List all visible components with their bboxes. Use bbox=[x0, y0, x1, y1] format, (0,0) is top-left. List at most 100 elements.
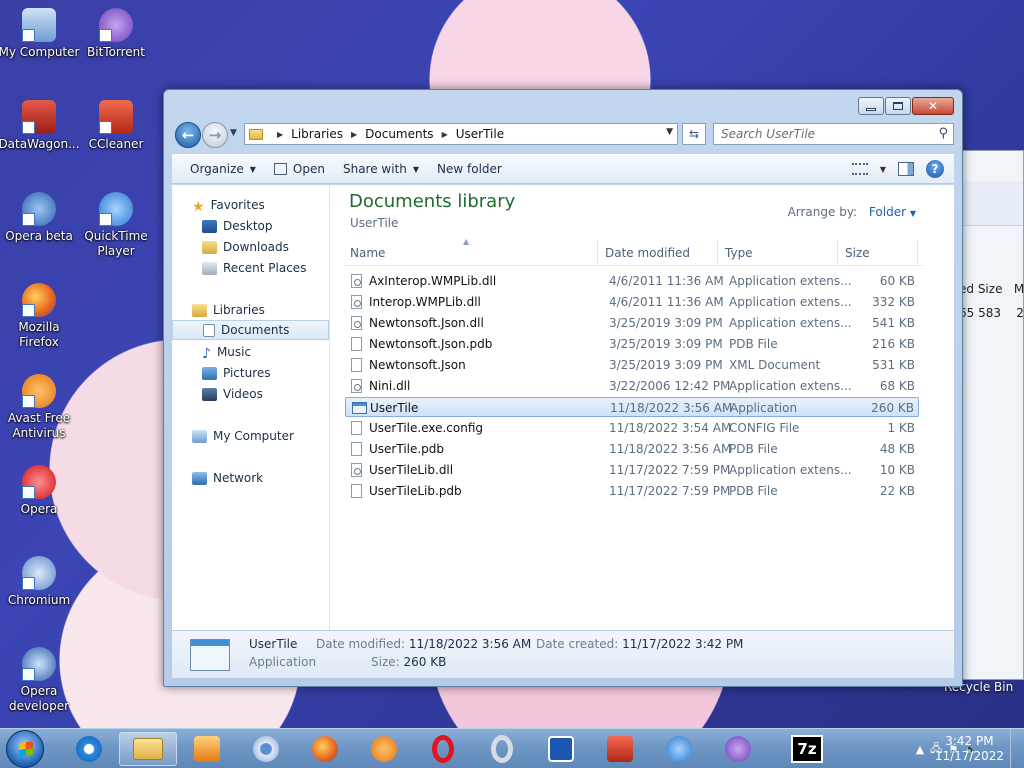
breadcrumb-libraries[interactable]: Libraries bbox=[291, 127, 343, 141]
breadcrumb-chevron-icon[interactable]: ▶ bbox=[351, 130, 357, 139]
nav-libraries[interactable]: Libraries bbox=[192, 300, 265, 320]
show-desktop-button[interactable] bbox=[1010, 729, 1024, 768]
taskbar-windows-explorer[interactable] bbox=[119, 732, 177, 766]
taskbar-avast[interactable] bbox=[355, 732, 413, 766]
desktop-icon-my-computer[interactable]: My Computer bbox=[0, 8, 80, 60]
dll-file-icon bbox=[351, 274, 362, 288]
desktop-icon-ccleaner[interactable]: CCleaner bbox=[75, 100, 157, 152]
arrange-by: Arrange by: Folder ▼ bbox=[788, 205, 916, 219]
taskbar-internet-explorer[interactable] bbox=[60, 732, 118, 766]
arrange-by-dropdown[interactable]: Folder ▼ bbox=[869, 205, 916, 219]
file-row[interactable]: UserTileLib.dll 11/17/2022 7:59 PM Appli… bbox=[345, 460, 919, 480]
column-date-modified[interactable]: Date modified bbox=[605, 246, 690, 260]
share-with-menu[interactable]: Share with ▼ bbox=[343, 162, 419, 176]
minimize-button[interactable] bbox=[858, 97, 884, 115]
file-name: UserTile.pdb bbox=[369, 442, 445, 456]
forward-button[interactable]: → bbox=[202, 122, 228, 148]
desktop-icon-opera-beta[interactable]: Opera beta bbox=[0, 192, 80, 244]
file-row[interactable]: Newtonsoft.Json.dll 3/25/2019 3:09 PM Ap… bbox=[345, 313, 919, 333]
file-date: 3/25/2019 3:09 PM bbox=[609, 316, 723, 330]
explorer-window[interactable]: ✕ ← → ▼ ▶ Libraries ▶ Documents ▶ UserTi… bbox=[163, 89, 963, 687]
chromium-icon bbox=[22, 556, 56, 590]
taskbar-opera-developer[interactable] bbox=[532, 732, 590, 766]
column-divider[interactable] bbox=[837, 239, 838, 266]
show-hidden-icons-icon[interactable]: ▲ bbox=[916, 743, 924, 756]
taskbar-chromium[interactable] bbox=[237, 732, 295, 766]
nav-downloads[interactable]: Downloads bbox=[202, 237, 289, 257]
desktop-icon-firefox[interactable]: Mozilla Firefox bbox=[0, 283, 80, 350]
breadcrumb-usertile[interactable]: UserTile bbox=[456, 127, 504, 141]
start-button[interactable] bbox=[6, 730, 44, 768]
close-button[interactable]: ✕ bbox=[912, 97, 954, 115]
column-divider[interactable] bbox=[597, 239, 598, 266]
forward-arrow-icon: → bbox=[208, 126, 222, 144]
file-row-selected[interactable]: UserTile 11/18/2022 3:56 AM Application … bbox=[345, 397, 919, 417]
preview-pane-icon[interactable] bbox=[898, 162, 914, 176]
refresh-button[interactable]: ⇆ bbox=[682, 123, 706, 145]
new-folder-button[interactable]: New folder bbox=[437, 162, 502, 176]
file-row[interactable]: Interop.WMPLib.dll 4/6/2011 11:36 AM App… bbox=[345, 292, 919, 312]
view-dropdown-icon[interactable]: ▼ bbox=[880, 165, 886, 174]
nav-desktop[interactable]: Desktop bbox=[202, 216, 273, 236]
nav-music[interactable]: ♪ Music bbox=[202, 342, 251, 362]
desktop-icon-datawagon[interactable]: DataWagon... bbox=[0, 100, 80, 152]
nav-network[interactable]: Network bbox=[192, 468, 263, 488]
open-button[interactable]: Open bbox=[273, 162, 325, 176]
search-input[interactable]: Search UserTile ⚲ bbox=[713, 123, 954, 145]
column-divider[interactable] bbox=[917, 239, 918, 266]
nav-videos[interactable]: Videos bbox=[202, 384, 263, 404]
taskbar-media-player[interactable] bbox=[178, 732, 236, 766]
desktop-icon-opera-developer[interactable]: Opera developer bbox=[0, 647, 80, 714]
details-size: Size: 260 KB bbox=[371, 655, 447, 669]
breadcrumb-chevron-icon[interactable]: ▶ bbox=[277, 130, 283, 139]
taskbar-opera[interactable] bbox=[414, 732, 472, 766]
file-row[interactable]: Nini.dll 3/22/2006 12:42 PM Application … bbox=[345, 376, 919, 396]
column-type[interactable]: Type bbox=[725, 246, 753, 260]
taskbar-bittorrent[interactable] bbox=[709, 732, 767, 766]
change-view-icon[interactable] bbox=[851, 163, 868, 175]
taskbar-7-zip[interactable]: 7z bbox=[778, 732, 836, 766]
nav-my-computer[interactable]: My Computer bbox=[192, 426, 294, 446]
command-bar: Organize ▼ Open Share with ▼ New folder … bbox=[172, 154, 954, 184]
column-divider[interactable] bbox=[717, 239, 718, 266]
nav-documents[interactable]: Documents bbox=[172, 320, 329, 340]
file-row[interactable]: UserTile.pdb 11/18/2022 3:56 AM PDB File… bbox=[345, 439, 919, 459]
desktop-icon-label: Avast Free Antivirus bbox=[7, 411, 71, 440]
open-icon bbox=[273, 163, 287, 175]
ccleaner-icon bbox=[607, 736, 633, 762]
desktop-icon-chromium[interactable]: Chromium bbox=[0, 556, 80, 608]
file-name: Newtonsoft.Json.dll bbox=[369, 316, 484, 330]
file-row[interactable]: UserTile.exe.config 11/18/2022 3:54 AM C… bbox=[345, 418, 919, 438]
file-row[interactable]: AxInterop.WMPLib.dll 4/6/2011 11:36 AM A… bbox=[345, 271, 919, 291]
taskbar-quicktime[interactable] bbox=[650, 732, 708, 766]
file-row[interactable]: Newtonsoft.Json.pdb 3/25/2019 3:09 PM PD… bbox=[345, 334, 919, 354]
file-list-pane: Documents library UserTile Arrange by: F… bbox=[331, 185, 954, 630]
organize-menu[interactable]: Organize ▼ bbox=[190, 162, 256, 176]
clock[interactable]: 3:42 PM 11/17/2022 bbox=[935, 734, 1004, 764]
breadcrumb-documents[interactable]: Documents bbox=[365, 127, 433, 141]
address-bar[interactable]: ▶ Libraries ▶ Documents ▶ UserTile ▼ bbox=[244, 123, 678, 145]
search-placeholder: Search UserTile bbox=[721, 127, 816, 141]
help-icon[interactable]: ? bbox=[926, 160, 944, 178]
clock-date: 11/17/2022 bbox=[934, 749, 1004, 763]
breadcrumb-chevron-icon[interactable]: ▶ bbox=[442, 130, 448, 139]
taskbar-firefox[interactable] bbox=[296, 732, 354, 766]
desktop-icon-quicktime[interactable]: QuickTime Player bbox=[75, 192, 157, 259]
address-dropdown-icon[interactable]: ▼ bbox=[666, 127, 673, 137]
back-button[interactable]: ← bbox=[175, 122, 201, 148]
desktop-icon-avast[interactable]: Avast Free Antivirus bbox=[0, 374, 80, 441]
file-row[interactable]: UserTileLib.pdb 11/17/2022 7:59 PM PDB F… bbox=[345, 481, 919, 501]
nav-pictures[interactable]: Pictures bbox=[202, 363, 271, 383]
maximize-button[interactable] bbox=[885, 97, 911, 115]
desktop-icon-bittorrent[interactable]: BitTorrent bbox=[75, 8, 157, 60]
taskbar-ccleaner[interactable] bbox=[591, 732, 649, 766]
file-row[interactable]: Newtonsoft.Json 3/25/2019 3:09 PM XML Do… bbox=[345, 355, 919, 375]
recent-pages-dropdown-icon[interactable]: ▼ bbox=[230, 128, 237, 138]
column-size[interactable]: Size bbox=[845, 246, 870, 260]
taskbar-opera-beta[interactable] bbox=[473, 732, 531, 766]
column-name[interactable]: Name bbox=[350, 246, 385, 260]
nav-recent-places[interactable]: Recent Places bbox=[202, 258, 306, 278]
network-icon bbox=[192, 471, 207, 485]
desktop-icon-opera[interactable]: Opera bbox=[0, 465, 80, 517]
nav-favorites[interactable]: ★ Favorites bbox=[192, 195, 265, 215]
